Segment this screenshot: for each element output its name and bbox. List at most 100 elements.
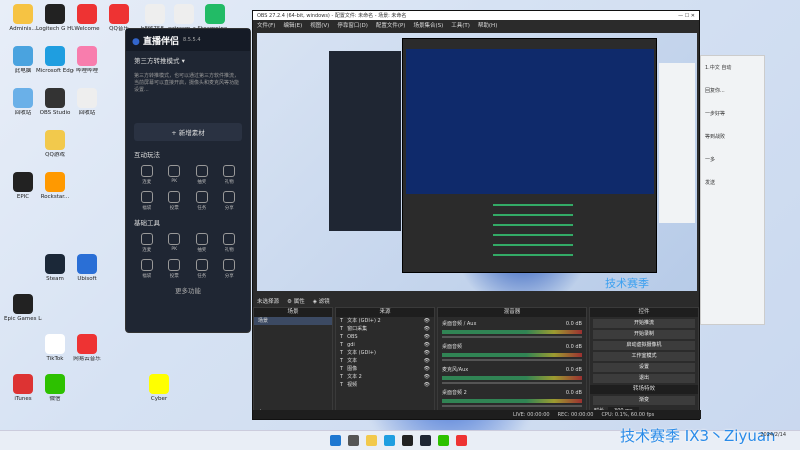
qq-taskbar-icon[interactable]	[456, 435, 467, 446]
desktop-icon[interactable]: Epic Games Launcher	[4, 294, 42, 334]
desktop-icon-label: Epic Games Launcher	[4, 316, 42, 322]
source-label: 图像	[347, 366, 358, 372]
control-button[interactable]: 启动虚拟摄像机	[593, 341, 695, 350]
menu-item[interactable]: 文件(F)	[257, 21, 275, 29]
source-label: 文本 (GDI+) 2	[347, 318, 381, 324]
tool-item[interactable]: PK	[162, 233, 188, 253]
tool-icon	[140, 233, 153, 245]
source-item[interactable]: T 文本 👁	[336, 357, 434, 365]
add-material-button[interactable]: + 新增素材	[134, 123, 242, 141]
tool-item[interactable]: 抽奖	[189, 165, 215, 185]
tool-item[interactable]: 连麦	[134, 233, 160, 253]
app-icon	[45, 374, 65, 394]
tool-item[interactable]: 福袋	[134, 259, 160, 279]
tool-item[interactable]: 福袋	[134, 191, 160, 211]
menu-item[interactable]: 帮助(H)	[478, 21, 497, 29]
source-item[interactable]: T 文本 2 👁	[336, 373, 434, 381]
tool-icon	[168, 191, 181, 203]
live-time: LIVE: 00:00:00	[513, 411, 550, 418]
track-db: 0.0 dB	[565, 344, 582, 350]
desktop-icon[interactable]: Cyber	[140, 374, 178, 414]
visibility-icon[interactable]: 👁	[424, 325, 430, 333]
edge-icon[interactable]	[384, 435, 395, 446]
source-item[interactable]: Tgdi 👁	[336, 341, 434, 349]
volume-slider[interactable]	[442, 359, 582, 361]
source-label: 窗口采集	[347, 326, 368, 332]
live-app-taskbar-icon[interactable]	[420, 435, 431, 446]
volume-slider[interactable]	[442, 336, 582, 338]
tool-item[interactable]: 礼物	[217, 165, 243, 185]
menu-item[interactable]: 停靠窗口(D)	[337, 21, 368, 29]
menu-item[interactable]: 编辑(E)	[283, 21, 302, 29]
visibility-icon[interactable]: 👁	[424, 317, 430, 325]
transition-select[interactable]: 渐变	[593, 396, 695, 405]
scene-item[interactable]: 场景	[254, 317, 332, 325]
source-item[interactable]: T 窗口采集 👁	[336, 325, 434, 333]
menu-item[interactable]: 工具(T)	[451, 21, 470, 29]
visibility-icon[interactable]: 👁	[424, 357, 430, 365]
mixer-track-header: 麦克风/Aux 0.0 dB	[442, 366, 582, 374]
rec-time: REC: 00:00:00	[557, 411, 594, 418]
visibility-icon[interactable]: 👁	[424, 381, 430, 389]
windows-start-icon[interactable]	[330, 435, 341, 446]
tool-item[interactable]: PK	[162, 165, 188, 185]
visibility-icon[interactable]: 👁	[424, 341, 430, 349]
desktop-icon[interactable]: 微信	[36, 374, 74, 414]
file-explorer-icon[interactable]	[366, 435, 377, 446]
more-functions-button[interactable]: 更多功能	[126, 281, 250, 299]
visibility-icon[interactable]: 👁	[424, 373, 430, 381]
tool-item[interactable]: 礼物	[217, 233, 243, 253]
tool-item[interactable]: 分享	[217, 191, 243, 211]
control-button[interactable]: 退出	[593, 374, 695, 383]
desktop-icon[interactable]: QQ游戏	[36, 130, 74, 170]
source-label: 视频	[347, 382, 358, 388]
scenes-dock: 场景 场景 ＋ － ∧ ∨	[253, 307, 333, 419]
source-item[interactable]: T 文本 (GDI+) 👁	[336, 349, 434, 357]
sources-list: T 文本 (GDI+) 2 👁 T 窗口采集 👁 T OBS 👁 Tgdi 👁 T 文本 (GDI+) 👁…	[336, 317, 434, 389]
menu-item[interactable]: 配置文件(P)	[376, 21, 406, 29]
track-db: 0.0 dB	[565, 390, 582, 396]
control-button[interactable]: 工作室模式	[593, 352, 695, 361]
filters-button[interactable]: ◈ 滤镜	[313, 297, 330, 305]
menu-item[interactable]: 视图(V)	[310, 21, 329, 29]
mode-selector[interactable]: 第三方转推模式 ▾	[126, 51, 250, 69]
obs-taskbar-icon[interactable]	[402, 435, 413, 446]
source-item[interactable]: T 视频 👁	[336, 381, 434, 389]
desktop-icon-label: Rockstar...	[40, 194, 70, 200]
mixer-dock: 混音器 桌面音频 / Aux 0.0 dB 桌面音频 0.0 dB 麦克风/Aux 0.0…	[437, 307, 587, 419]
visibility-icon[interactable]: 👁	[424, 333, 430, 341]
properties-button[interactable]: ⚙ 属性	[287, 297, 305, 305]
wechat-taskbar-icon[interactable]	[438, 435, 449, 446]
mixer-track-header: 桌面音频 0.0 dB	[442, 343, 582, 351]
volume-slider[interactable]	[442, 405, 582, 407]
app-icon	[174, 4, 194, 24]
source-item[interactable]: T 文本 (GDI+) 2 👁	[336, 317, 434, 325]
desktop-icon[interactable]: 回收站	[68, 88, 106, 128]
desktop-icon[interactable]: Ubisoft	[68, 254, 106, 294]
obs-preview[interactable]: 技术赛季IX3Ziyuan	[257, 33, 697, 291]
control-button[interactable]: 开始录制	[593, 330, 695, 339]
source-item[interactable]: T 图像 👁	[336, 365, 434, 373]
tool-item[interactable]: 投票	[162, 191, 188, 211]
search-icon[interactable]	[348, 435, 359, 446]
desktop-icon[interactable]: 哔哩哔哩	[68, 46, 106, 86]
control-button[interactable]: 设置	[593, 363, 695, 372]
tool-item[interactable]: 任务	[189, 259, 215, 279]
tool-item[interactable]: 任务	[189, 191, 215, 211]
menu-item[interactable]: 场景集合(S)	[413, 21, 443, 29]
source-item[interactable]: T OBS 👁	[336, 333, 434, 341]
volume-slider[interactable]	[442, 382, 582, 384]
tool-item[interactable]: 投票	[162, 259, 188, 279]
app-icon	[77, 334, 97, 354]
control-button[interactable]: 开始推流	[593, 319, 695, 328]
source-label: 文本 2	[347, 374, 362, 380]
obs-title: OBS 27.2.4 (64-bit, windows) - 配置文件: 未命名…	[257, 13, 407, 19]
desktop-icon[interactable]: 网易云音乐	[68, 334, 106, 374]
tool-item[interactable]: 分享	[217, 259, 243, 279]
tool-item[interactable]: 连麦	[134, 165, 160, 185]
tool-item[interactable]: 抽奖	[189, 233, 215, 253]
visibility-icon[interactable]: 👁	[424, 349, 430, 357]
app-icon	[77, 88, 97, 108]
visibility-icon[interactable]: 👁	[424, 365, 430, 373]
desktop-icon[interactable]: Rockstar...	[36, 172, 74, 212]
